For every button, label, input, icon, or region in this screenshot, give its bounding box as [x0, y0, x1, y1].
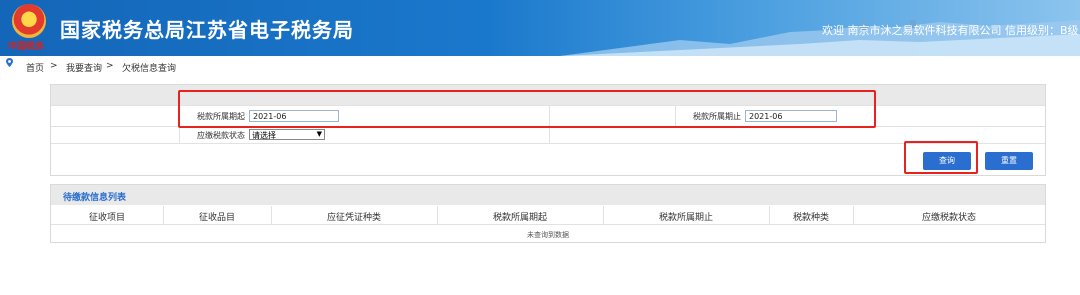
empty-table-message: 未查询到数据 — [527, 231, 569, 239]
column-header: 税款种类 — [792, 213, 829, 223]
column-header: 应征凭证种类 — [326, 213, 381, 223]
emblem-caption: 中国税务 — [8, 42, 45, 52]
location-pin-icon — [6, 58, 13, 67]
column-header: 税款所属期起 — [492, 213, 547, 223]
top-header: 中国税务 国家税务总局江苏省电子税务局 欢迎 南京市沐之易软件科技有限公司 信用… — [0, 0, 1080, 56]
breadcrumb: 首页 > 我要查询 > 欠税信息查询 — [0, 57, 1080, 74]
column-header: 税款所属期止 — [658, 213, 713, 223]
pending-payment-list: 待缴款信息列表 征收项目 征收品目 应征凭证种类 税款所属期起 税款所属期止 税… — [50, 184, 1046, 243]
tax-emblem-logo — [12, 4, 46, 38]
list-title: 待缴款信息列表 — [63, 193, 127, 203]
welcome-text[interactable]: 欢迎 南京市沐之易软件科技有限公司 信用级别：B级 | 关闭 — [822, 22, 1080, 38]
table-header-row: 征收项目 征收品目 应征凭证种类 税款所属期起 税款所属期止 税款种类 应缴税款… — [51, 206, 1045, 225]
status-select-value: 请选择 — [252, 131, 276, 140]
breadcrumb-separator: > — [106, 61, 114, 71]
chevron-down-icon: ▼ — [316, 130, 322, 138]
highlight-box-period — [178, 90, 876, 128]
site-title: 国家税务总局江苏省电子税务局 — [60, 18, 354, 42]
status-label: 应缴税款状态 — [197, 131, 245, 140]
status-select[interactable]: 请选择 ▼ — [249, 129, 325, 140]
breadcrumb-current: 欠税信息查询 — [122, 64, 177, 74]
column-header: 征收品目 — [198, 213, 235, 223]
reset-button[interactable]: 重置 — [985, 152, 1033, 170]
query-row-status: 应缴税款状态 请选择 ▼ — [51, 126, 1045, 143]
breadcrumb-home[interactable]: 首页 — [26, 61, 44, 74]
breadcrumb-query[interactable]: 我要查询 — [66, 61, 102, 74]
breadcrumb-separator: > — [50, 61, 58, 71]
column-header: 征收项目 — [88, 213, 125, 223]
list-header: 待缴款信息列表 — [51, 185, 1045, 205]
highlight-box-query — [904, 141, 978, 174]
column-header: 应缴税款状态 — [921, 213, 976, 223]
query-row-actions: 查询 重置 — [51, 143, 1045, 175]
